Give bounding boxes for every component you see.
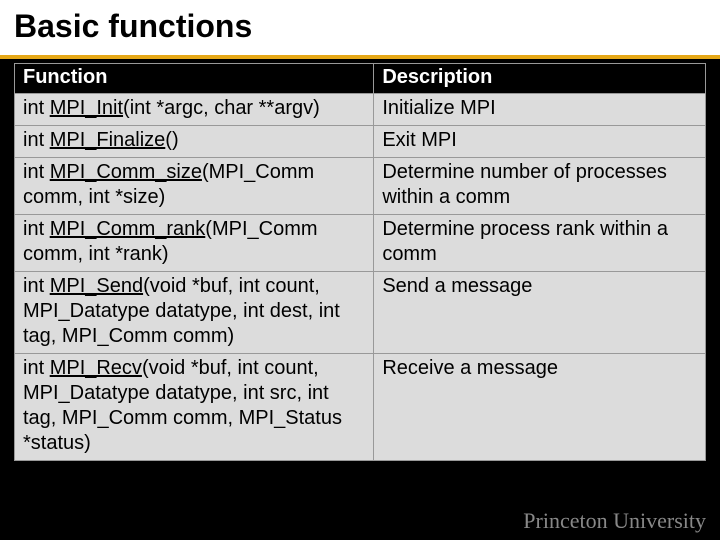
func-pre: int	[23, 357, 50, 379]
func-pre: int	[23, 275, 50, 297]
table-row: int MPI_Send(void *buf, int count, MPI_D…	[15, 272, 706, 354]
func-pre: int	[23, 161, 50, 183]
page-title: Basic functions	[14, 8, 706, 45]
desc-cell: Exit MPI	[374, 126, 706, 158]
func-post: (int *argc, char **argv)	[123, 97, 320, 119]
table-wrap: Function Description int MPI_Init(int *a…	[0, 59, 720, 461]
func-cell: int MPI_Comm_size(MPI_Comm comm, int *si…	[15, 158, 374, 215]
table-row: int MPI_Init(int *argc, char **argv) Ini…	[15, 94, 706, 126]
table-header-row: Function Description	[15, 64, 706, 94]
title-bar: Basic functions	[0, 0, 720, 59]
desc-cell: Initialize MPI	[374, 94, 706, 126]
col-function: Function	[15, 64, 374, 94]
func-name: MPI_Finalize	[50, 129, 166, 151]
table-row: int MPI_Finalize() Exit MPI	[15, 126, 706, 158]
func-pre: int	[23, 218, 50, 240]
func-name: MPI_Recv	[50, 357, 142, 379]
desc-cell: Determine number of processes within a c…	[374, 158, 706, 215]
table-row: int MPI_Comm_rank(MPI_Comm comm, int *ra…	[15, 215, 706, 272]
func-cell: int MPI_Finalize()	[15, 126, 374, 158]
table-row: int MPI_Recv(void *buf, int count, MPI_D…	[15, 354, 706, 461]
func-name: MPI_Init	[50, 97, 123, 119]
func-pre: int	[23, 97, 50, 119]
desc-cell: Receive a message	[374, 354, 706, 461]
desc-cell: Send a message	[374, 272, 706, 354]
col-description: Description	[374, 64, 706, 94]
functions-table: Function Description int MPI_Init(int *a…	[14, 63, 706, 461]
func-cell: int MPI_Comm_rank(MPI_Comm comm, int *ra…	[15, 215, 374, 272]
func-cell: int MPI_Init(int *argc, char **argv)	[15, 94, 374, 126]
func-post: ()	[165, 129, 178, 151]
desc-cell: Determine process rank within a comm	[374, 215, 706, 272]
func-cell: int MPI_Send(void *buf, int count, MPI_D…	[15, 272, 374, 354]
func-name: MPI_Comm_size	[50, 161, 202, 183]
func-pre: int	[23, 129, 50, 151]
func-name: MPI_Comm_rank	[50, 218, 206, 240]
func-cell: int MPI_Recv(void *buf, int count, MPI_D…	[15, 354, 374, 461]
func-name: MPI_Send	[50, 275, 143, 297]
table-row: int MPI_Comm_size(MPI_Comm comm, int *si…	[15, 158, 706, 215]
footer-text: Princeton University	[523, 508, 706, 534]
